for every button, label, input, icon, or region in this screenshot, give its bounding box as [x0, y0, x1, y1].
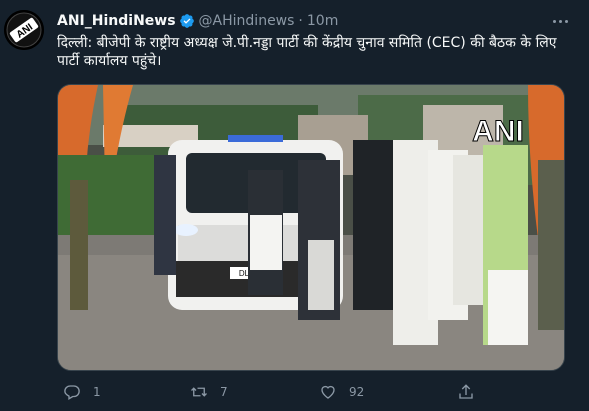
- ani-watermark: ANI: [472, 115, 524, 148]
- ani-logo-icon: ANI: [4, 10, 44, 50]
- retweet-button[interactable]: 7: [190, 378, 228, 406]
- reply-icon: [64, 385, 80, 400]
- tweet-photo[interactable]: DL ANI: [57, 84, 565, 371]
- author-handle[interactable]: @AHindinews: [199, 13, 295, 29]
- share-button[interactable]: [457, 378, 487, 406]
- verified-badge-icon: [179, 13, 195, 29]
- reply-count: 1: [93, 385, 101, 399]
- photo-scene: DL ANI: [58, 85, 564, 370]
- more-icon[interactable]: [549, 10, 571, 32]
- tweet-text: दिल्ली: बीजेपी के राष्ट्रीय अध्यक्ष जे.प…: [57, 35, 557, 69]
- share-icon: [459, 384, 473, 399]
- tweet-header: ANI_HindiNews @AHindinews · 10m: [57, 12, 338, 30]
- like-icon: [321, 385, 335, 399]
- like-button[interactable]: 92: [319, 378, 364, 406]
- tweet[interactable]: ANI ANI_HindiNews @AHindinews · 10m दिल्…: [0, 0, 589, 411]
- like-count: 92: [349, 385, 365, 399]
- avatar[interactable]: ANI: [4, 10, 44, 50]
- retweet-icon: [191, 387, 207, 397]
- author-name[interactable]: ANI_HindiNews: [57, 13, 176, 29]
- tweet-actions: 1 7 92: [57, 378, 563, 406]
- timestamp[interactable]: 10m: [307, 13, 338, 29]
- retweet-count: 7: [220, 385, 228, 399]
- separator-dot: ·: [298, 13, 303, 29]
- reply-button[interactable]: 1: [63, 378, 101, 406]
